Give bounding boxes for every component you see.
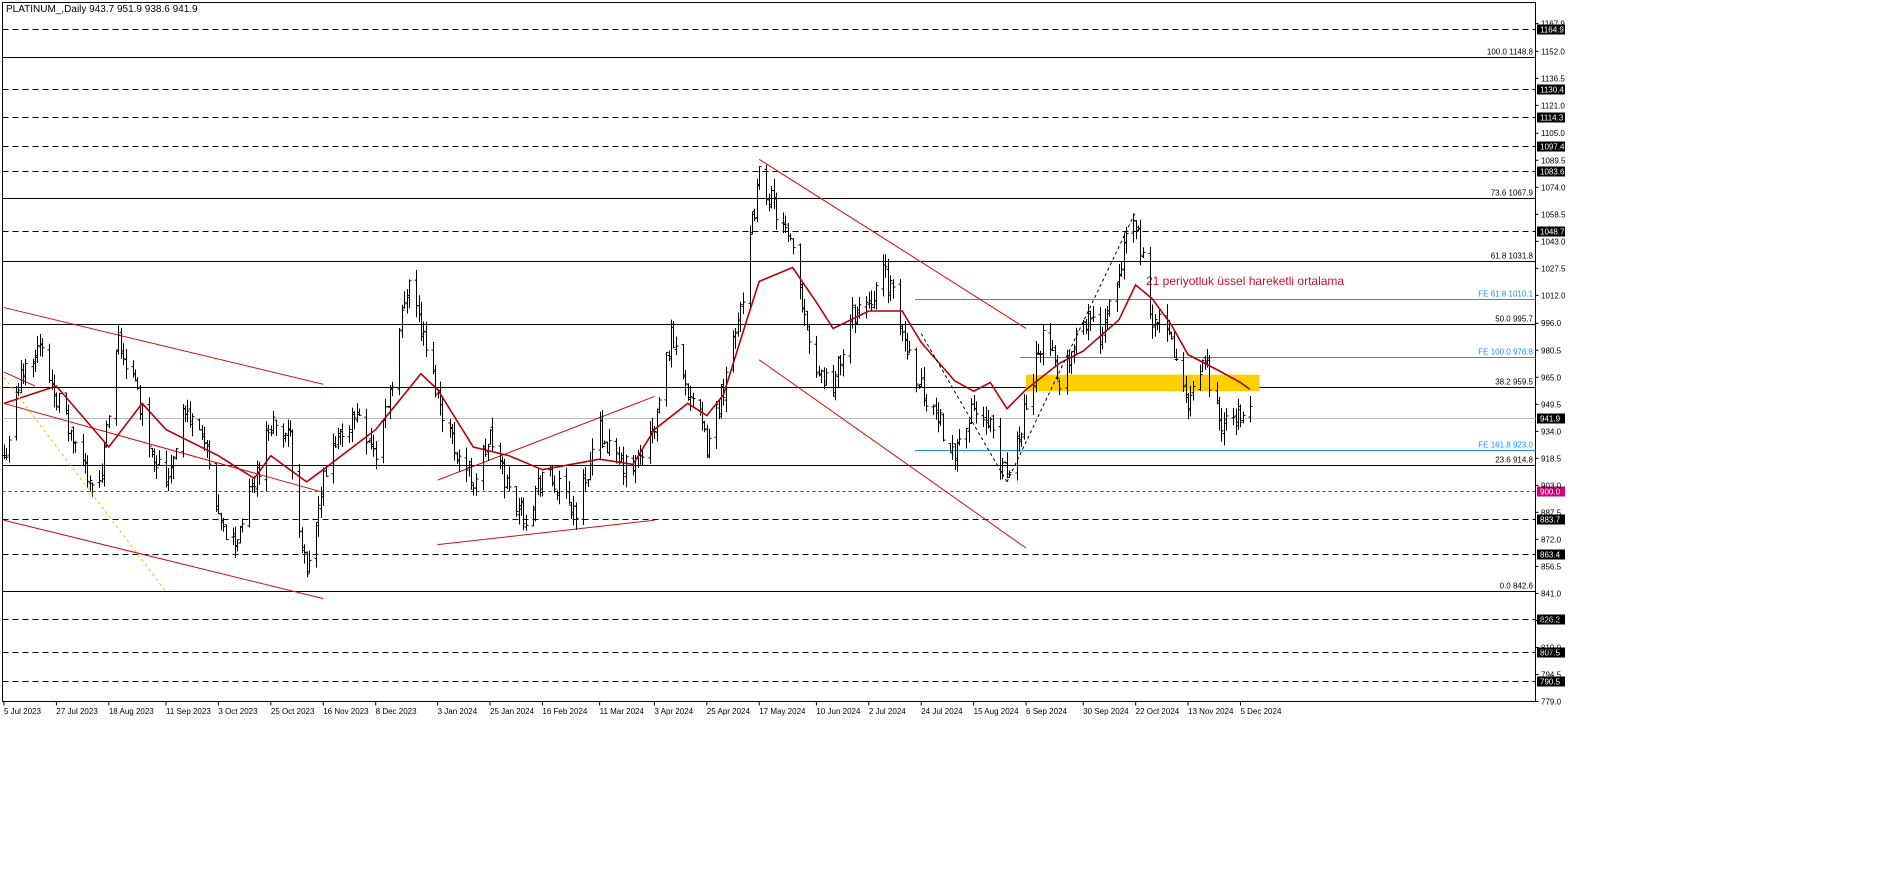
price-tag-label: 1083.6	[1540, 168, 1565, 177]
x-tick-label: 3 Oct 2023	[218, 707, 258, 716]
x-tick-label: 30 Sep 2024	[1083, 707, 1129, 716]
trendline	[3, 519, 324, 600]
x-tick-label: 24 Jul 2024	[921, 707, 963, 716]
y-tick-label: 1089.5	[1541, 156, 1566, 165]
x-tick-label: 5 Dec 2024	[1240, 707, 1281, 716]
y-tick-label: 1058.5	[1541, 210, 1566, 219]
y-tick-label: 825.5	[1541, 616, 1562, 625]
trendline	[437, 395, 655, 481]
dotted-guide	[920, 333, 1008, 483]
x-tick-label: 6 Sep 2024	[1026, 707, 1067, 716]
x-tick-label: 3 Apr 2024	[654, 707, 693, 716]
y-tick-label: 996.0	[1541, 319, 1562, 328]
y-tick-label: 949.5	[1541, 400, 1562, 409]
level-label: 73.6 1067.9	[1491, 189, 1534, 198]
x-tick-label: 13 Nov 2024	[1188, 707, 1234, 716]
x-tick-label: 25 Apr 2024	[707, 707, 751, 716]
x-tick-label: 2 Jul 2024	[869, 707, 906, 716]
level-label: 50.0 995.7	[1495, 315, 1533, 324]
y-tick-label: 841.0	[1541, 589, 1562, 598]
price-chart[interactable]: 100.0 1148.8 73.6 1067.9 61.8 1031.8 50.0 9…	[0, 0, 1898, 870]
dotted-guide	[3, 376, 167, 592]
y-tick-label: 918.5	[1541, 454, 1562, 463]
price-tag-label: 863.4	[1540, 551, 1561, 560]
current-price-label: 941.9	[1540, 415, 1561, 424]
y-tick-label: 980.5	[1541, 346, 1562, 355]
y-tick-label: 1012.0	[1541, 291, 1566, 300]
level-label: 0.0 842.6	[1500, 582, 1534, 591]
y-tick-label: 794.5	[1541, 670, 1562, 679]
level-label: 61.8 1031.8	[1491, 252, 1534, 261]
price-tag-label: 1130.4	[1540, 86, 1564, 95]
trendline	[3, 307, 324, 385]
price-tag-label: 1097.4	[1540, 143, 1565, 152]
dotted-guide	[1006, 211, 1137, 483]
x-tick-label: 25 Jan 2024	[490, 707, 535, 716]
level-label: FE 161.8 923.0	[1478, 441, 1533, 450]
level-label: 23.6 914.8	[1495, 456, 1533, 465]
x-tick-label: 16 Nov 2023	[323, 707, 369, 716]
y-tick-label: 1027.5	[1541, 264, 1566, 273]
x-tick-label: 27 Jul 2023	[56, 707, 98, 716]
x-tick-label: 16 Feb 2024	[542, 707, 587, 716]
x-tick-label: 5 Jul 2023	[4, 707, 41, 716]
level-label: 38.2 959.5	[1495, 378, 1533, 387]
y-tick-label: 1043.0	[1541, 237, 1566, 246]
y-tick-label: 1167.9	[1541, 20, 1565, 29]
y-tick-label: 887.5	[1541, 508, 1562, 517]
level-label: FE 61.8 1010.1	[1478, 290, 1533, 299]
y-tick-label: 1152.0	[1541, 47, 1565, 56]
x-tick-label: 3 Jan 2024	[438, 707, 478, 716]
price-tag-label: 1114.3	[1540, 114, 1564, 123]
x-tick-label: 10 Jun 2024	[816, 707, 861, 716]
level-label: 100.0 1148.8	[1487, 48, 1534, 57]
price-tag-label: 1048.7	[1540, 228, 1565, 237]
plot-frame	[2, 2, 1536, 702]
x-tick-label: 8 Dec 2023	[376, 707, 417, 716]
x-tick-label: 17 May 2024	[759, 707, 806, 716]
y-tick-label: 1105.0	[1541, 129, 1565, 138]
x-tick-label: 11 Sep 2023	[166, 707, 211, 716]
y-tick-label: 1121.0	[1541, 101, 1565, 110]
x-tick-label: 25 Oct 2023	[271, 707, 315, 716]
x-tick-label: 22 Oct 2024	[1136, 707, 1180, 716]
y-tick-label: 872.0	[1541, 535, 1562, 544]
y-tick-label: 856.5	[1541, 562, 1562, 571]
level-label: FE 100.0 976.8	[1478, 348, 1533, 357]
x-tick-label: 15 Aug 2024	[974, 707, 1019, 716]
x-tick-label: 11 Mar 2024	[600, 707, 645, 716]
y-tick-label: 903.0	[1541, 481, 1562, 490]
y-tick-label: 1136.5	[1541, 74, 1565, 83]
y-tick-label: 934.0	[1541, 427, 1562, 436]
x-tick-label: 18 Aug 2023	[109, 707, 154, 716]
y-tick-label: 965.0	[1541, 373, 1562, 382]
trendline	[758, 158, 1027, 329]
trendline	[437, 519, 655, 546]
y-tick-label: 810.0	[1541, 643, 1562, 652]
y-tick-label: 1074.0	[1541, 183, 1566, 192]
y-tick-label: 779.0	[1541, 698, 1562, 707]
